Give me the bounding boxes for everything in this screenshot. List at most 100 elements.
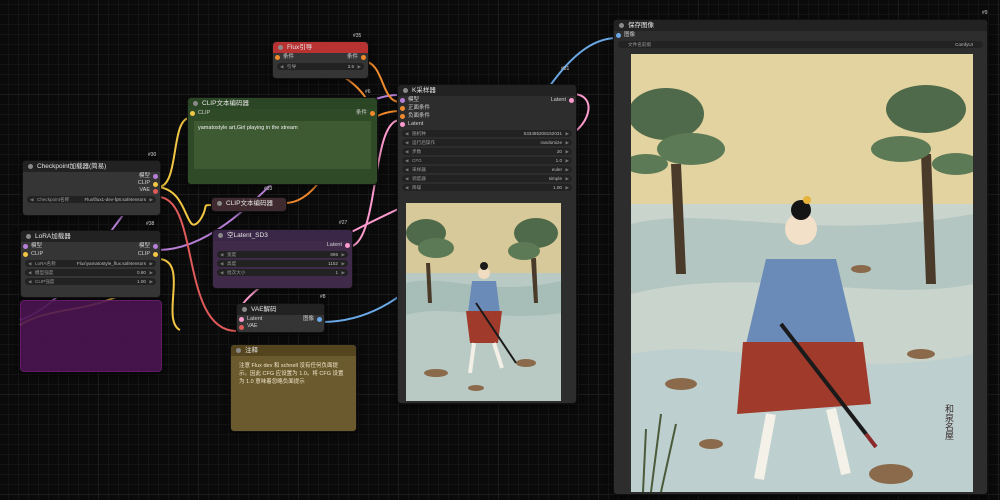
prompt-textarea[interactable]: yamatostyle art,Girl playing in the stre… [194, 121, 371, 169]
output-slot[interactable] [153, 181, 158, 187]
widget-label: 模型强度 [35, 270, 54, 275]
node-canvas[interactable]: Flux引导 条件 条件 ◀ 引导 3.5 ▶ #35 CLIP文本编码器 CLIP… [0, 0, 1000, 500]
clip-text-encode-positive-node[interactable]: CLIP文本编码器 CLIP 条件 yamatostyle art,Girl p… [187, 97, 378, 185]
checkpoint-name-widget[interactable]: ◀ Checkpoint名称 Flux\flux1-dev-fp8.safeten… [27, 196, 156, 203]
input-slot[interactable] [275, 54, 280, 60]
node-title[interactable]: CLIP文本编码器 [188, 98, 377, 109]
note-text[interactable]: 注意 Flux dev 和 schnell 没有任何负面提示。因此 CFG 应设… [239, 362, 348, 386]
output-slot[interactable] [153, 173, 158, 179]
note-node[interactable]: 注释 注意 Flux dev 和 schnell 没有任何负面提示。因此 CFG… [230, 344, 357, 432]
model-strength-widget[interactable]: ◀ 模型强度 0.80 ▶ [25, 269, 156, 276]
sampler-widget[interactable]: ◀ 采样器 euler ▶ [402, 166, 572, 173]
node-collapse-dot[interactable] [278, 45, 283, 50]
node-title[interactable]: LoRA加载器 [21, 231, 160, 242]
node-title[interactable]: CLIP文本编码器 [212, 198, 286, 209]
lora-name-widget[interactable]: ◀ LoRA名称 Flux\yamatostyle_flux.safetensors… [25, 260, 156, 267]
output-slot[interactable] [361, 54, 366, 60]
save-image-node[interactable]: 保存图像 图像 文件名前缀 ComfyUI 和泉名屋 [613, 19, 988, 495]
node-id: #33 [264, 186, 273, 192]
io-row: CLIP 条件 [188, 109, 377, 117]
output-slot[interactable] [569, 97, 574, 103]
node-collapse-dot[interactable] [26, 234, 31, 239]
node-id: #38 [146, 221, 155, 227]
control-after-widget[interactable]: ◀ 运行后操作 randomize ▶ [402, 139, 572, 146]
lora-loader-node[interactable]: LoRA加载器 模型 模型 CLIP CLIP ◀ LoRA名称 Flux\yama… [20, 230, 161, 298]
input-slot[interactable] [400, 97, 405, 103]
batch-size-widget[interactable]: ◀ 批次大小 1 ▶ [217, 269, 348, 276]
node-collapse-dot[interactable] [403, 88, 408, 93]
sampler-preview-image [406, 203, 561, 401]
output-slot[interactable] [153, 188, 158, 194]
node-title-text: LoRA加载器 [35, 233, 71, 240]
empty-latent-sd3-node[interactable]: 空Latent_SD3 Latent ◀ 宽度 896 ▶ ◀ 高度 1152 ▶ ◀ 批次大… [212, 229, 353, 289]
node-title[interactable]: VAE解码 [237, 304, 324, 315]
widget-label: 宽度 [227, 252, 237, 257]
node-title-text: 注释 [245, 347, 258, 354]
output-slot[interactable] [153, 243, 158, 249]
node-id: #31 [561, 66, 570, 72]
io-row: 图像 [614, 31, 987, 39]
node-title[interactable]: K采样器 [398, 85, 576, 96]
input-slot[interactable] [400, 121, 405, 127]
widget-value: randomize [540, 140, 562, 145]
input-slot[interactable] [616, 32, 621, 38]
cfg-widget[interactable]: ◀ CFG 1.0 ▶ [402, 157, 572, 164]
seed-widget[interactable]: ◀ 随机种 533485208152031 ▶ [402, 130, 572, 137]
io-row: Latent [398, 120, 576, 128]
node-id: #8 [320, 294, 326, 300]
output-slot[interactable] [370, 110, 375, 116]
widget-label: 调度器 [412, 176, 426, 181]
node-title[interactable]: 空Latent_SD3 [213, 230, 352, 241]
ksampler-node[interactable]: K采样器 模型 Latent 正面条件 负面条件 Latent ◀ 随机种 5334… [397, 84, 577, 404]
output-slot[interactable] [317, 316, 322, 322]
input-slot[interactable] [400, 113, 405, 119]
output-label: 条件 [355, 110, 367, 116]
input-label: 条件 [283, 54, 295, 60]
node-title[interactable]: 注释 [231, 345, 356, 356]
node-collapse-dot[interactable] [619, 23, 624, 28]
height-widget[interactable]: ◀ 高度 1152 ▶ [217, 260, 348, 267]
widget-value: 20 [556, 149, 562, 154]
widget-label: CLIP强度 [35, 279, 55, 284]
node-title[interactable]: Checkpoint加载器(简易) [23, 161, 160, 172]
filename-prefix-widget[interactable]: 文件名前缀 ComfyUI [618, 41, 983, 48]
node-collapse-dot[interactable] [28, 164, 33, 169]
node-title-text: K采样器 [412, 87, 436, 94]
input-slot[interactable] [239, 316, 244, 322]
input-slot[interactable] [23, 243, 28, 249]
input-label: 模型 [31, 243, 43, 249]
output-image[interactable]: 和泉名屋 [631, 54, 973, 492]
steps-widget[interactable]: ◀ 步数 20 ▶ [402, 148, 572, 155]
widget-value: 896 [330, 252, 338, 257]
vae-decode-node[interactable]: VAE解码 Latent 图像 VAE [236, 303, 325, 333]
widget-label: 引导 [287, 64, 297, 69]
input-slot[interactable] [400, 105, 405, 111]
node-collapse-dot[interactable] [193, 101, 198, 106]
checkpoint-loader-node[interactable]: Checkpoint加载器(简易) 模型 CLIP VAE ◀ Checkpoin… [22, 160, 161, 216]
bypassed-node[interactable] [20, 300, 162, 372]
input-slot[interactable] [239, 324, 244, 330]
denoise-widget[interactable]: ◀ 降噪 1.00 ▶ [402, 184, 572, 191]
node-collapse-dot[interactable] [242, 307, 247, 312]
output-slot[interactable] [345, 242, 350, 248]
input-slot[interactable] [23, 251, 28, 257]
clip-text-encode-negative-node[interactable]: CLIP文本编码器 [211, 197, 287, 212]
node-collapse-dot[interactable] [236, 348, 241, 353]
node-title[interactable]: 保存图像 [614, 20, 987, 31]
output-label: 模型 [138, 173, 150, 179]
node-collapse-dot[interactable] [217, 201, 222, 206]
scheduler-widget[interactable]: ◀ 调度器 simple ▶ [402, 175, 572, 182]
input-slot[interactable] [190, 110, 195, 116]
node-title[interactable]: Flux引导 [273, 42, 368, 53]
widget-value: euler [551, 167, 562, 172]
widget-value: Flux\yamatostyle_flux.safetensors [76, 261, 146, 266]
input-label: Latent [247, 316, 263, 322]
flux-guidance-node[interactable]: Flux引导 条件 条件 ◀ 引导 3.5 ▶ [272, 41, 369, 79]
node-collapse-dot[interactable] [218, 233, 223, 238]
io-row: 模型 Latent [398, 96, 576, 104]
output-slot[interactable] [153, 251, 158, 257]
guidance-widget[interactable]: ◀ 引导 3.5 ▶ [277, 63, 364, 70]
clip-strength-widget[interactable]: ◀ CLIP强度 1.00 ▶ [25, 278, 156, 285]
width-widget[interactable]: ◀ 宽度 896 ▶ [217, 251, 348, 258]
output-label: Latent [550, 97, 566, 103]
